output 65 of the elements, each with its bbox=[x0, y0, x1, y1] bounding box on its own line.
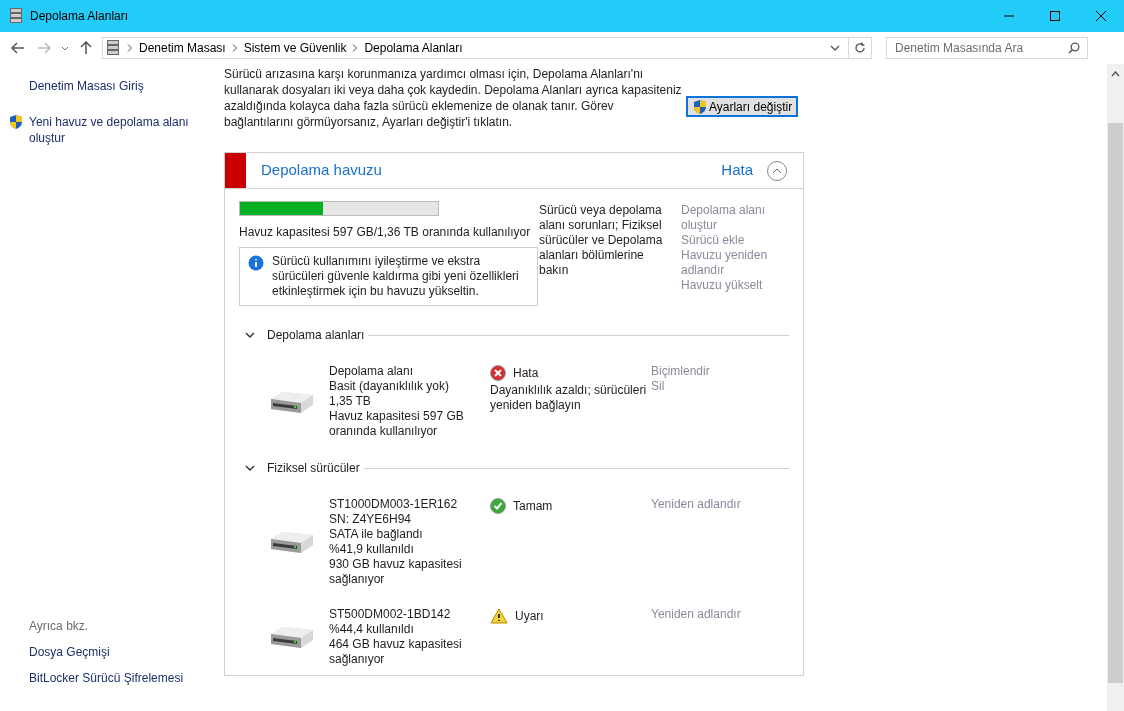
drive-details: Depolama alanı Basit (dayanıklılık yok) 1,35 TB Havuz kapasitesi 597 GB oranında kullanılıyor bbox=[329, 364, 465, 439]
shield-icon bbox=[692, 98, 708, 115]
window-title: Depolama Alanları bbox=[30, 8, 129, 25]
section-heading: Fiziksel sürücüler bbox=[267, 460, 360, 477]
see-also-link[interactable]: Dosya Geçmişi bbox=[29, 643, 224, 661]
chevron-up-icon bbox=[772, 167, 782, 174]
scrollbar-thumb[interactable] bbox=[1108, 123, 1123, 683]
intro-paragraph: Sürücü arızasına karşı korunmanıza yardımcı olması için, Depolama Alanları'nı kullanarak dosyaları iki veya daha çok kaydedin. Depolama Alanları ayrıca kapasiteniz azaldığında kolayca daha fazla sürücü eklemenize de olanak tanır. Görev bağlantılarını görmüyorsanız, Ayarları değiştir'i tıklatın. bbox=[224, 66, 683, 130]
drive-details: ST1000DM003-1ER162 SN: Z4YE6H94 SATA ile bağlandı %41,9 kullanıldı 930 GB havuz kapasitesi sağlanıyor bbox=[329, 497, 463, 587]
drive-action-link[interactable]: Sil bbox=[651, 379, 710, 394]
warning-icon bbox=[490, 608, 508, 624]
capacity-usage-text: Havuz kapasitesi 597 GB/1,36 TB oranında kullanılıyor bbox=[239, 224, 532, 241]
section-toggle-icon[interactable] bbox=[245, 464, 255, 472]
storage-icon bbox=[10, 8, 22, 24]
search-field[interactable]: Denetim Masasında Ara bbox=[886, 37, 1088, 59]
search-icon bbox=[1068, 42, 1080, 54]
hard-drive-icon bbox=[269, 624, 315, 650]
status-detail: Dayanıklılık azaldı; sürücüleri yeniden bağlayın bbox=[490, 383, 648, 413]
see-also-heading: Ayrıca bkz. bbox=[29, 618, 90, 635]
drive-status: Uyarı bbox=[515, 608, 544, 625]
refresh-icon[interactable] bbox=[854, 42, 866, 54]
shield-icon bbox=[8, 114, 24, 130]
drive-action-link[interactable]: Yeniden adlandır bbox=[651, 497, 741, 512]
sidebar-link[interactable]: Denetim Masası Giriş bbox=[29, 78, 199, 94]
pool-action-link[interactable]: Havuzu yükselt bbox=[681, 278, 781, 293]
panel-title[interactable]: Depolama havuzu bbox=[261, 159, 382, 182]
pool-action-link[interactable]: Sürücü ekle bbox=[681, 233, 781, 248]
chevron-right-icon bbox=[231, 44, 238, 52]
error-icon bbox=[490, 365, 506, 381]
pool-status: Hata bbox=[721, 160, 753, 181]
drive-status: Hata bbox=[513, 365, 539, 382]
vertical-scrollbar[interactable] bbox=[1107, 64, 1124, 711]
problem-text: Sürücü veya depolama alanı sorunları; Fiziksel sürücüler ve Depolama alanları bölümlerine bakın bbox=[539, 202, 664, 279]
breadcrumb[interactable]: Denetim Masası bbox=[139, 39, 226, 57]
back-arrow-icon bbox=[11, 42, 25, 54]
breadcrumb[interactable]: Sistem ve Güvenlik bbox=[243, 39, 347, 57]
forward-arrow-icon bbox=[37, 42, 51, 54]
drive-action-link[interactable]: Yeniden adlandır bbox=[651, 607, 741, 622]
info-text: Sürücü kullanımını iyileştirme ve ekstra sürücüleri güvenle kaldırma gibi yeni özellikleri etkinleştirmek için bu havuzu yükseltin. bbox=[272, 254, 520, 299]
drive-action-link[interactable]: Biçimlendir bbox=[651, 364, 710, 379]
drive-details: ST500DM002-1BD142 %44,4 kullanıldı 464 GB havuz kapasitesi sağlanıyor bbox=[329, 607, 463, 667]
chevron-right-icon bbox=[352, 44, 359, 52]
error-color-bar bbox=[225, 153, 246, 188]
see-also-link[interactable]: BitLocker Sürücü Şifrelemesi bbox=[29, 669, 224, 687]
change-settings-button[interactable]: Ayarları değiştir bbox=[686, 96, 799, 117]
hard-drive-icon bbox=[269, 529, 315, 555]
minimize-icon bbox=[1004, 15, 1014, 17]
maximize-icon bbox=[1050, 11, 1060, 21]
info-icon bbox=[248, 255, 264, 271]
up-arrow-icon bbox=[80, 41, 92, 55]
scroll-up-icon[interactable] bbox=[1111, 71, 1120, 77]
close-icon bbox=[1096, 11, 1106, 21]
address-bar[interactable]: Denetim Masası Sistem ve Güvenlik Depolama Alanları bbox=[102, 37, 872, 59]
section-heading: Depolama alanları bbox=[267, 327, 365, 344]
chevron-right-icon bbox=[127, 44, 133, 52]
dropdown-chevron-icon[interactable] bbox=[830, 45, 840, 51]
drive-status: Tamam bbox=[513, 498, 553, 515]
section-toggle-icon[interactable] bbox=[245, 331, 255, 339]
chevron-down-icon bbox=[61, 45, 69, 51]
pool-action-link[interactable]: Havuzu yeniden adlandır bbox=[681, 248, 781, 278]
checkmark-icon bbox=[490, 498, 506, 514]
pool-action-link[interactable]: Depolama alanı oluştur bbox=[681, 203, 781, 233]
storage-icon bbox=[107, 40, 119, 56]
sidebar-link[interactable]: Yeni havuz ve depolama alanı oluştur bbox=[29, 114, 199, 146]
breadcrumb[interactable]: Depolama Alanları bbox=[364, 39, 463, 57]
